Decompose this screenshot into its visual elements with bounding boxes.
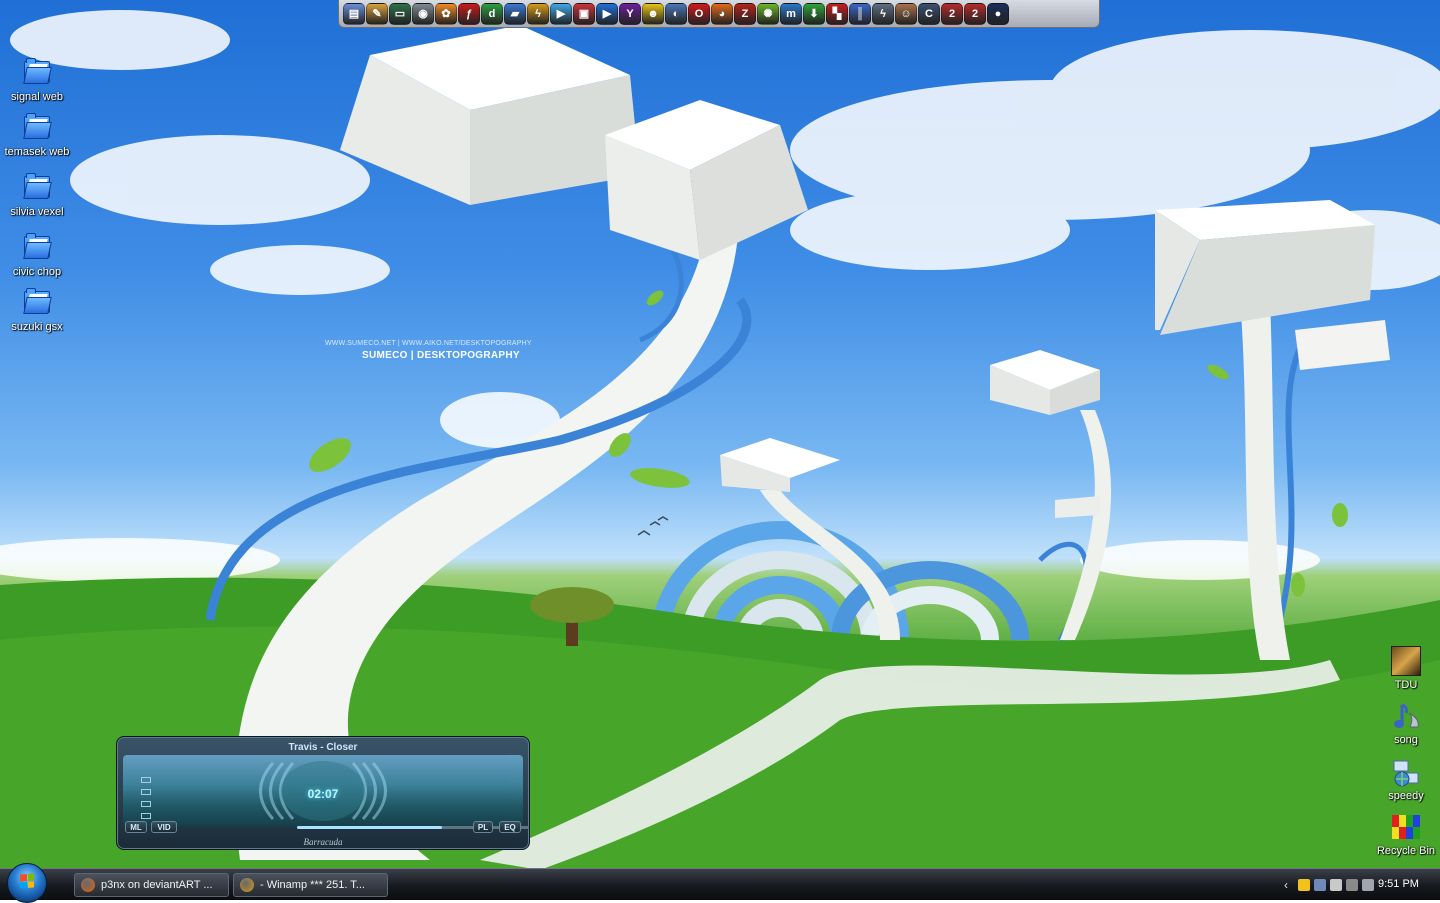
- media-player-icon[interactable]: ▶: [550, 2, 572, 25]
- winamp-player[interactable]: Travis - Closer 02:07 ML VID PL EQ Barra…: [116, 736, 530, 850]
- wrench-tray-icon[interactable]: [1362, 879, 1374, 891]
- winamp-time-wrap: 02:07: [117, 743, 529, 803]
- folder-icon: [21, 233, 53, 265]
- desktop-icon-song[interactable]: song: [1366, 701, 1440, 746]
- winamp-side-button[interactable]: [141, 813, 151, 819]
- download-icon[interactable]: ⬇: [803, 2, 825, 25]
- desktop-icon-label: speedy: [1388, 790, 1424, 802]
- volume-tray-icon[interactable]: [1330, 879, 1342, 891]
- winamp-time[interactable]: 02:07: [117, 787, 529, 801]
- winamp-pl-button[interactable]: PL: [473, 821, 493, 833]
- start-button[interactable]: [7, 863, 47, 903]
- recycle-bin-icon: [1390, 812, 1422, 844]
- taskbar-button-label: p3nx on deviantART ...: [101, 879, 213, 891]
- desktop-icon-silvia-vexel[interactable]: silvia vexel: [0, 170, 77, 218]
- avatar-icon[interactable]: ☺: [895, 2, 917, 25]
- folder-icon: [21, 173, 53, 205]
- network-icon: [1390, 757, 1422, 789]
- game-2-icon[interactable]: 2: [941, 2, 963, 25]
- wallpaper-credit-url: WWW.SUMECO.NET | WWW.AIKO.NET/DESKTOPOGR…: [325, 340, 532, 347]
- tiles-icon[interactable]: ▚: [826, 2, 848, 25]
- gear-icon[interactable]: ✺: [757, 2, 779, 25]
- play-icon[interactable]: ▶: [596, 2, 618, 25]
- firefox-icon[interactable]: ◕: [711, 2, 733, 25]
- firefox-icon: [81, 878, 95, 892]
- winamp-skin-name: Barracuda: [303, 837, 343, 847]
- desktop-icon-tdu[interactable]: TDU: [1366, 645, 1440, 691]
- flower-icon[interactable]: ✿: [435, 2, 457, 25]
- filezilla-icon[interactable]: Z: [734, 2, 756, 25]
- taskbar-button-firefox[interactable]: p3nx on deviantART ...: [74, 873, 229, 897]
- desktop-icon-suzuki-gsx[interactable]: suzuki gsx: [0, 285, 77, 333]
- tray-expand-chevron-icon[interactable]: ‹: [1284, 878, 1294, 892]
- folder-icon: [21, 113, 53, 145]
- desktop-icon-signal-web[interactable]: signal web: [0, 55, 77, 103]
- camera-icon[interactable]: ◉: [412, 2, 434, 25]
- smiley-icon[interactable]: ☻: [642, 2, 664, 25]
- top-dock: ▤ ✎ ▭ ◉ ✿ ƒ d ▰ ϟ ▶ ▣ ▶ Y ☻ ◐ O ◕ Z ✺ m ⬇ ▚ ║ ϟ ☺ C 2 2 ●: [338, 0, 1100, 28]
- network-tray-icon[interactable]: [1314, 879, 1326, 891]
- monitor-icon[interactable]: ▭: [389, 2, 411, 25]
- game-2b-icon[interactable]: 2: [964, 2, 986, 25]
- winamp-icon: [240, 878, 254, 892]
- paint-icon[interactable]: ✎: [366, 2, 388, 25]
- wallpaper-credit: SUMECO | DESKTOPOGRAPHY: [362, 350, 520, 361]
- taskbar-clock[interactable]: 9:51 PM: [1378, 878, 1419, 890]
- winamp-ml-button[interactable]: ML: [125, 821, 147, 833]
- speed-icon[interactable]: ϟ: [872, 2, 894, 25]
- taskbar-button-label: - Winamp *** 251. T...: [260, 879, 365, 891]
- desktop-icon-label: suzuki gsx: [11, 321, 63, 333]
- bars-icon[interactable]: ║: [849, 2, 871, 25]
- desktop-icon-temasek-web[interactable]: temasek web: [0, 110, 77, 158]
- smiley-tray-icon[interactable]: [1298, 879, 1310, 891]
- winamp-icon[interactable]: ϟ: [527, 2, 549, 25]
- notes-icon[interactable]: C: [918, 2, 940, 25]
- desktop-icon-recycle-bin[interactable]: Recycle Bin: [1366, 812, 1440, 857]
- system-tray: ‹: [1284, 869, 1374, 901]
- desktop-icon-label: silvia vexel: [10, 206, 64, 218]
- desktop-icon-civic-chop[interactable]: civic chop: [0, 230, 77, 278]
- bag-icon[interactable]: ▣: [573, 2, 595, 25]
- game-icon: [1390, 646, 1422, 678]
- folder-icon: [21, 58, 53, 90]
- desktop-icon-speedy[interactable]: speedy: [1366, 757, 1440, 802]
- flash-icon[interactable]: ƒ: [458, 2, 480, 25]
- desktop-icon-label: civic chop: [12, 266, 62, 278]
- winamp-seek-fill: [297, 826, 442, 829]
- winamp-vid-button[interactable]: VID: [151, 821, 177, 833]
- computer-icon[interactable]: ▤: [343, 2, 365, 25]
- taskbar: p3nx on deviantART ... - Winamp *** 251.…: [0, 863, 1440, 903]
- dreamweaver-icon[interactable]: d: [481, 2, 503, 25]
- winamp-seek-bar[interactable]: [297, 826, 529, 829]
- desktop-icon-label: Recycle Bin: [1376, 845, 1436, 857]
- folder-icon[interactable]: ▰: [504, 2, 526, 25]
- desktop-icon-label: signal web: [11, 91, 63, 103]
- msn-icon[interactable]: m: [780, 2, 802, 25]
- folder-icon: [21, 288, 53, 320]
- windows-logo-icon: [20, 873, 34, 889]
- desktop-icon-label: TDU: [1394, 679, 1418, 691]
- ball-icon[interactable]: ●: [987, 2, 1009, 25]
- taskbar-button-winamp[interactable]: - Winamp *** 251. T...: [233, 873, 388, 897]
- checker-tray-icon[interactable]: [1346, 879, 1358, 891]
- desktop-icon-label: song: [1394, 734, 1418, 746]
- yahoo-icon[interactable]: Y: [619, 2, 641, 25]
- opera-icon[interactable]: O: [688, 2, 710, 25]
- music-icon: [1390, 701, 1422, 733]
- winamp-eq-button[interactable]: EQ: [499, 821, 521, 833]
- globe-icon[interactable]: ◐: [665, 2, 687, 25]
- desktop-icon-label: temasek web: [4, 146, 70, 158]
